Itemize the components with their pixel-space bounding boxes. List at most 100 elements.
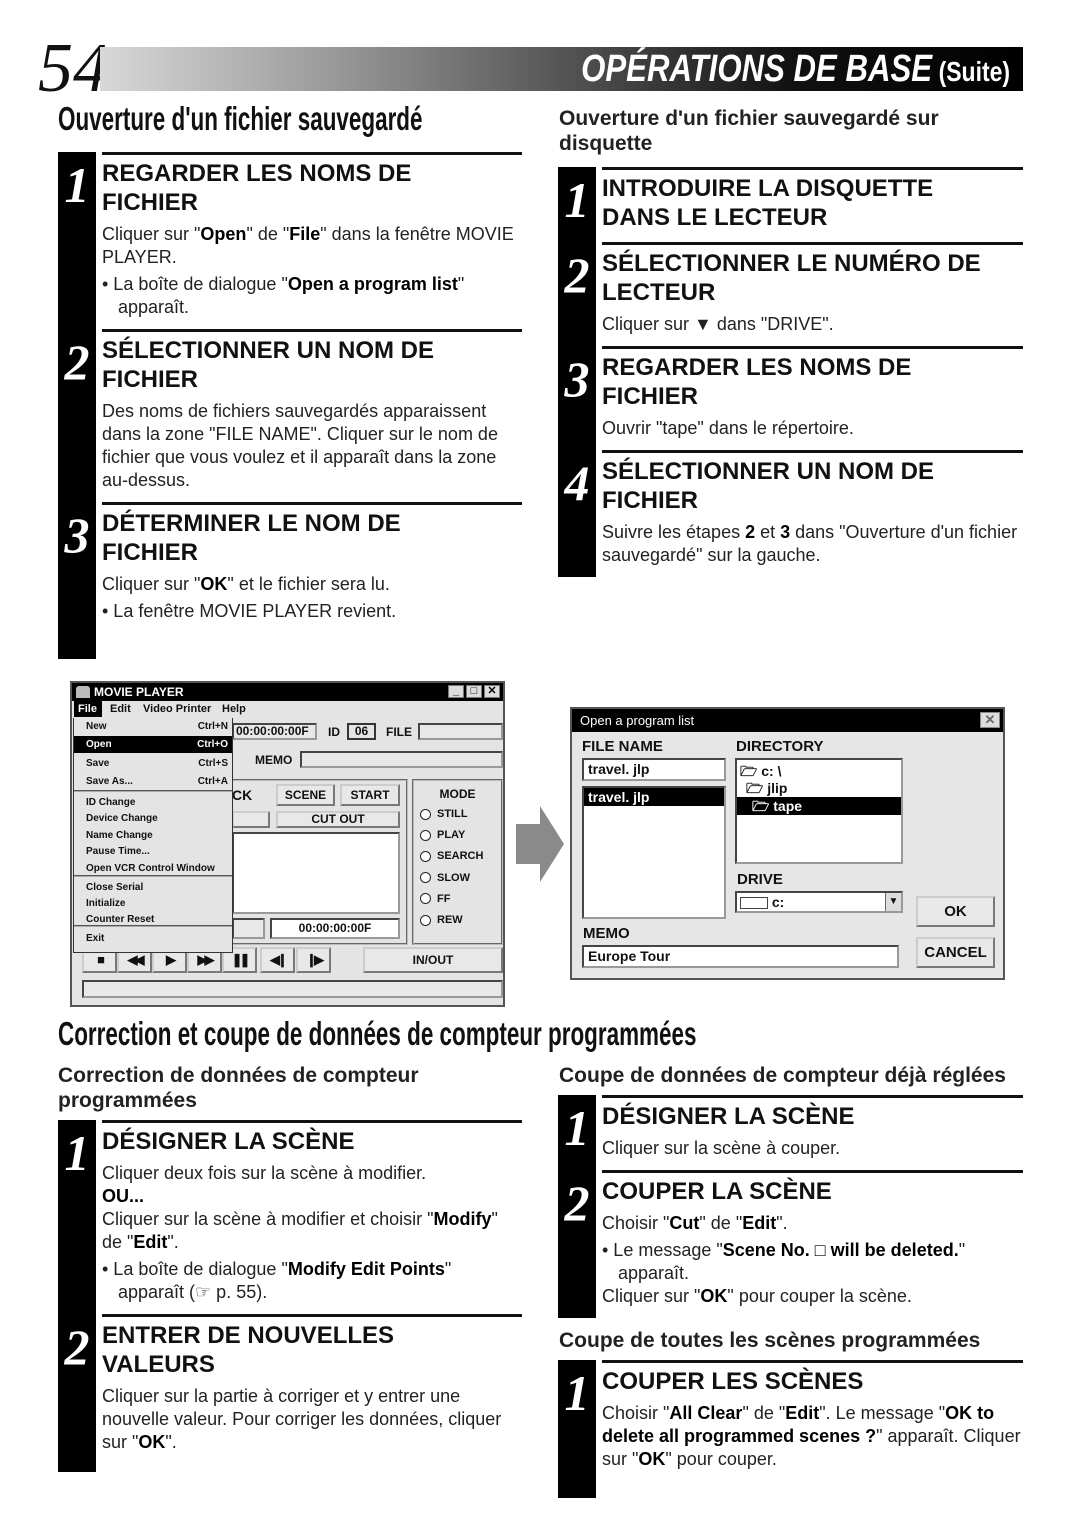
memo-field[interactable] [300, 751, 503, 768]
minimize-button[interactable]: _ [448, 685, 464, 698]
mode-radio[interactable]: PLAY [420, 829, 465, 841]
text-run: All Clear [669, 1403, 743, 1423]
menu-item[interactable]: New Ctrl+N [74, 718, 232, 735]
directory-label: DIRECTORY [736, 738, 824, 755]
text-run: • La fenêtre MOVIE PLAYER revient. [102, 601, 397, 621]
radio-icon [420, 872, 431, 884]
menu-item[interactable]: Exit [74, 930, 232, 947]
counter-field[interactable]: 00:00:00:00F [270, 918, 400, 939]
mode-label: FF [437, 892, 451, 905]
drive-select[interactable]: c: ▼ [735, 891, 903, 913]
step-heading-line: FICHIER [602, 487, 698, 514]
stop-icon: ■ [97, 952, 105, 967]
step: 1 REGARDER LES NOMS DE FICHIER Cliquer sur … [58, 152, 522, 329]
step-heading: SÉLECTIONNER UN NOM DE FICHIER [602, 457, 1023, 515]
step-back-button[interactable]: ◀❙ [260, 947, 295, 973]
step-content: SÉLECTIONNER UN NOM DE FICHIER Suivre les … [602, 450, 1023, 577]
paragraph: Cliquer sur la partie à corriger et y en… [102, 1385, 522, 1454]
menu-item[interactable]: ID Change [74, 794, 232, 811]
menu-item-shortcut: Ctrl+A [197, 776, 228, 787]
step-content: DÉTERMINER LE NOM DE FICHIER Cliquer sur "… [102, 502, 522, 633]
directory-name: tape [773, 798, 803, 814]
step: 2 SÉLECTIONNER UN NOM DE FICHIER Des noms d… [58, 329, 522, 502]
start-button[interactable]: START [340, 784, 400, 806]
menu-video-printer[interactable]: Video Printer [143, 701, 211, 717]
step-heading-line: DÉTERMINER LE NOM DE [102, 510, 401, 537]
mode-radio[interactable]: SLOW [420, 872, 470, 884]
mode-radio[interactable]: STILL [420, 808, 468, 820]
window-title: MOVIE PLAYER [94, 685, 184, 699]
step-heading: COUPER LES SCÈNES [602, 1367, 1023, 1396]
menu-help[interactable]: Help [222, 701, 246, 717]
dropdown-arrow-icon[interactable]: ▼ [885, 893, 901, 911]
paragraph: Cliquer sur la scène à couper. [602, 1137, 1023, 1160]
paragraph: Cliquer sur "OK" et le fichier sera lu. [102, 573, 522, 596]
step: 2 COUPER LA SCÈNE Choisir "Cut" de "Edit".… [558, 1170, 1023, 1318]
step-heading: REGARDER LES NOMS DE FICHIER [602, 353, 1023, 411]
close-button[interactable]: ✕ [484, 685, 500, 698]
menu-item[interactable]: Open Ctrl+O [74, 736, 232, 753]
menu-item-label: Initialize [86, 898, 126, 909]
step-heading-line: REGARDER LES NOMS DE [102, 160, 412, 187]
text-run: Cliquer sur ▼ dans "DRIVE". [602, 314, 834, 334]
steps-group: 1 DÉSIGNER LA SCÈNE Cliquer sur la scène à… [558, 1095, 1023, 1318]
step-forward-button[interactable]: ❙▶ [296, 947, 331, 973]
menu-item[interactable]: Open VCR Control Window [74, 860, 232, 877]
text-run: Modify [433, 1209, 492, 1229]
text-run: File [289, 224, 321, 244]
directory-item[interactable]: 🗁 c: \ [737, 763, 901, 780]
scene-button[interactable]: SCENE [276, 784, 335, 806]
menu-item[interactable]: Device Change [74, 810, 232, 827]
ok-button[interactable]: OK [916, 896, 995, 927]
step-heading-line: INTRODUIRE LA DISQUETTE [602, 175, 934, 202]
menu-item[interactable]: Initialize [74, 895, 232, 912]
page-number: 54 [38, 30, 108, 107]
menu-item[interactable]: Pause Time... [74, 843, 232, 860]
memo-input[interactable]: Europe Tour [582, 945, 899, 968]
in-out-button[interactable]: IN/OUT [363, 947, 503, 973]
file-list-item[interactable]: travel. jlp [584, 788, 724, 806]
close-icon[interactable]: ✕ [980, 712, 1000, 728]
menu-item-label: Save [86, 758, 110, 769]
directory-list[interactable]: 🗁 c: \ 🗁 jlip 🗁 tape [735, 758, 903, 864]
file-list[interactable]: travel. jlp [582, 786, 726, 919]
text-run: " de " [742, 1403, 786, 1423]
directory-item-selected[interactable]: 🗁 tape [737, 797, 901, 815]
menu-file[interactable]: File [74, 701, 102, 717]
mode-radio[interactable]: FF [420, 893, 450, 905]
directory-item[interactable]: 🗁 jlip [737, 780, 901, 797]
mode-radio[interactable]: SEARCH [420, 850, 483, 862]
step: 2 SÉLECTIONNER LE NUMÉRO DE LECTEUR Cliquer… [558, 242, 1023, 346]
step-bar-fill [58, 1464, 522, 1472]
cancel-button[interactable]: CANCEL [916, 937, 995, 968]
steps-group: 1 COUPER LES SCÈNES Choisir "All Clear" de… [558, 1360, 1023, 1498]
file-field[interactable] [418, 723, 503, 740]
paragraph: Choisir "All Clear" de "Edit". Le messag… [602, 1402, 1023, 1471]
mode-label: SLOW [437, 871, 470, 884]
step-heading: DÉSIGNER LA SCÈNE [102, 1127, 522, 1156]
step-heading-line: COUPER LA SCÈNE [602, 1178, 832, 1205]
drive-icon [740, 897, 768, 910]
file-name-input[interactable]: travel. jlp [582, 758, 726, 781]
cut-out-button[interactable]: CUT OUT [276, 811, 400, 828]
mode-radio[interactable]: REW [420, 914, 463, 926]
menu-item[interactable]: Name Change [74, 827, 232, 844]
status-bar [82, 980, 503, 998]
menu-edit[interactable]: Edit [110, 701, 131, 717]
menu-item[interactable]: Close Serial [74, 879, 232, 896]
open-program-list-dialog: Open a program list ✕ FILE NAME travel. … [570, 707, 1005, 980]
scene-list[interactable] [232, 832, 400, 914]
scene-button-hidden[interactable] [232, 811, 270, 828]
paragraph: OU... [102, 1185, 522, 1208]
menu-item[interactable]: Save As... Ctrl+A [74, 773, 232, 790]
menu-item-label: Device Change [86, 813, 158, 824]
radio-icon [420, 893, 431, 905]
step-content: SÉLECTIONNER LE NUMÉRO DE LECTEUR Cliquer … [602, 242, 1023, 346]
menu-item[interactable]: Counter Reset [74, 911, 232, 928]
step: 1 INTRODUIRE LA DISQUETTE DANS LE LECTEUR [558, 167, 1023, 242]
maximize-button[interactable]: □ [466, 685, 482, 698]
step-number: 1 [558, 1360, 596, 1481]
menu-item[interactable]: Save Ctrl+S [74, 755, 232, 772]
step-heading-line: SÉLECTIONNER LE NUMÉRO DE [602, 250, 981, 277]
menu-item-label: Exit [86, 933, 105, 944]
